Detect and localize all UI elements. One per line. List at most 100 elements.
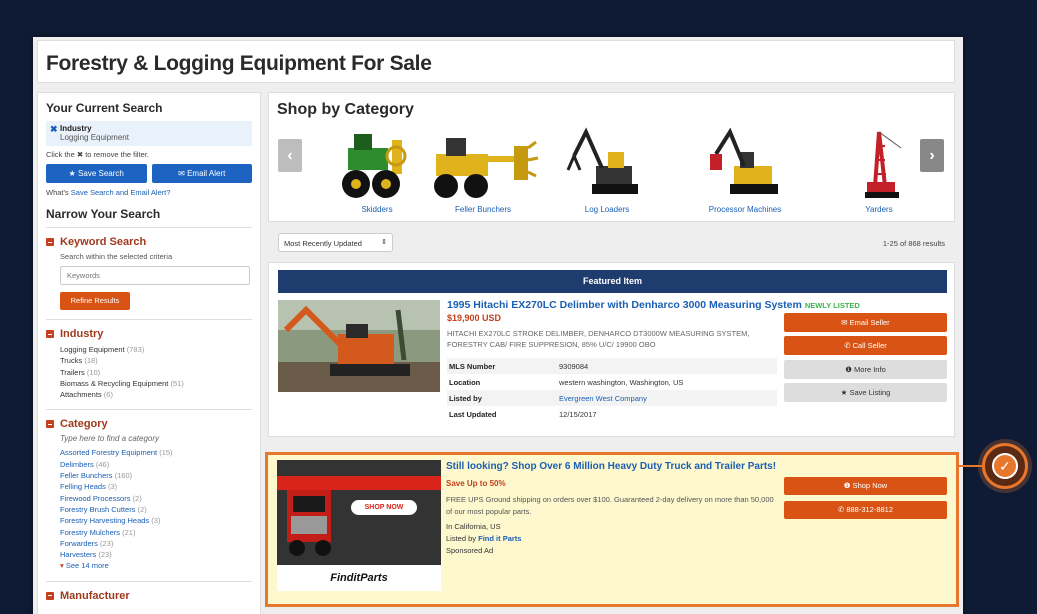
industry-item[interactable]: Trucks (18) — [60, 355, 252, 366]
refine-results-button[interactable]: Refine Results — [60, 292, 130, 310]
category-item[interactable]: Harvesters (23) — [60, 549, 252, 560]
sort-row: Most Recently Updated ⇕ 1-25 of 868 resu… — [268, 227, 955, 261]
divider — [46, 580, 252, 582]
spec-row: Last Updated 12/15/2017 — [449, 409, 597, 419]
filter-chip: ✖ Industry Logging Equipment — [46, 121, 252, 146]
category-section-toggle[interactable]: Category — [46, 418, 252, 430]
log-loader-icon — [566, 127, 638, 194]
featured-bar: Featured Item — [278, 270, 947, 293]
ad-phone-button[interactable]: ✆ 888-312-8812 — [784, 501, 947, 519]
whats-prefix: What's — [46, 188, 69, 197]
keyword-input[interactable] — [60, 266, 250, 285]
listing-description: HITACHI EX270LC STROKE DELIMBER, DENHARC… — [447, 329, 750, 349]
category-list: Assorted Forestry Equipment (15) Delimbe… — [46, 447, 252, 571]
shop-heading: Shop by Category — [277, 101, 414, 118]
ad-image[interactable]: SHOP NOW FinditParts — [277, 460, 441, 591]
industry-item[interactable]: Logging Equipment (783) — [60, 344, 252, 355]
industry-item[interactable]: Trailers (10) — [60, 367, 252, 378]
shop-by-category: Shop by Category ‹ Skidders Feller Bunch… — [268, 92, 955, 222]
category-tile-log-loaders[interactable]: Log Loaders — [547, 126, 667, 214]
remove-filter-icon[interactable]: ✖ — [50, 124, 58, 135]
annotation-check-badge: ✓ — [982, 443, 1028, 489]
carousel-prev-button[interactable]: ‹ — [278, 139, 302, 172]
ad-sponsored-label: Sponsored Ad — [446, 546, 494, 555]
sidebar: Your Current Search ✖ Industry Logging E… — [37, 92, 261, 614]
whats-text: What's Save Search and Email Alert? — [46, 188, 252, 197]
industry-item[interactable]: Attachments (6) — [60, 389, 252, 400]
industry-heading: Industry — [60, 328, 104, 340]
category-heading: Category — [60, 418, 108, 431]
category-item[interactable]: Forestry Brush Cutters (2) — [60, 504, 252, 515]
more-info-button[interactable]: ❶ More Info — [784, 360, 947, 379]
category-label: Log Loaders — [584, 205, 630, 214]
manufacturer-section-toggle[interactable]: Manufacturer — [46, 590, 252, 602]
ad-listed-by: Listed by Find it Parts — [446, 534, 522, 543]
listing-price: $19,900 USD — [447, 313, 502, 323]
divider — [46, 409, 252, 411]
manufacturer-heading: Manufacturer — [60, 589, 130, 602]
industry-list: Logging Equipment (783) Trucks (18) Trai… — [46, 344, 252, 400]
category-item[interactable]: Forestry Harvesting Heads (3) — [60, 515, 252, 526]
ad-shop-now-button[interactable]: ❶ Shop Now — [784, 477, 947, 495]
title-bar: Forestry & Logging Equipment For Sale — [37, 40, 955, 83]
save-search-button[interactable]: ★ Save Search — [46, 164, 147, 183]
seller-link[interactable]: Evergreen West Company — [557, 390, 777, 406]
carousel-next-button[interactable]: › — [920, 139, 944, 172]
filter-value: Logging Equipment — [60, 133, 129, 142]
category-label: Processor Machines — [708, 205, 782, 214]
category-label: Yarders — [865, 205, 893, 214]
ad-location: In California, US — [446, 522, 501, 531]
caret-down-icon: ▾ — [60, 561, 64, 571]
category-filter-input[interactable]: Type here to find a category — [46, 434, 252, 443]
listing-specs: MLS Number 9309084 Location western washin… — [447, 358, 777, 422]
category-item[interactable]: Firewood Processors (2) — [60, 493, 252, 504]
save-search-help-link[interactable]: Save Search and Email Alert? — [71, 188, 171, 197]
call-seller-button[interactable]: ✆ Call Seller — [784, 336, 947, 355]
category-label: Skidders — [361, 205, 393, 214]
ad-description: FREE UPS Ground shipping on orders over … — [446, 495, 774, 516]
category-item[interactable]: Forwarders (23) — [60, 538, 252, 549]
ad-title-link[interactable]: Still looking? Shop Over 6 Million Heavy… — [446, 461, 776, 472]
email-seller-button[interactable]: ✉ Email Seller — [784, 313, 947, 332]
divider — [46, 319, 252, 320]
industry-item[interactable]: Biomass & Recycling Equipment (51) — [60, 378, 252, 389]
category-item[interactable]: Delimbers (46) — [60, 459, 252, 470]
keyword-section-toggle[interactable]: Keyword Search — [46, 236, 252, 248]
narrow-heading: Narrow Your Search — [46, 207, 252, 228]
collapse-icon — [46, 330, 54, 338]
category-item[interactable]: Forestry Mulchers (21) — [60, 527, 252, 538]
category-tile-processor-machines[interactable]: Processor Machines — [685, 126, 805, 214]
category-item[interactable]: Assorted Forestry Equipment (15) — [60, 447, 252, 458]
sort-select[interactable]: Most Recently Updated ⇕ — [278, 233, 393, 252]
select-arrows-icon: ⇕ — [381, 239, 387, 246]
check-icon: ✓ — [992, 453, 1018, 479]
remove-hint: Click the ✖ to remove the filter. — [46, 150, 149, 159]
category-item[interactable]: Felling Heads (3) — [60, 481, 252, 492]
industry-section-toggle[interactable]: Industry — [46, 328, 252, 340]
processor-icon — [710, 127, 778, 194]
category-item[interactable]: Feller Bunchers (160) — [60, 470, 252, 481]
yarder-icon — [865, 131, 902, 198]
collapse-icon — [46, 591, 54, 600]
listing-photo[interactable] — [278, 300, 440, 392]
sort-value: Most Recently Updated — [284, 239, 362, 248]
finditparts-logo: FinditParts — [277, 565, 441, 591]
category-label: Feller Bunchers — [454, 205, 512, 214]
filter-key: Industry — [60, 124, 92, 133]
page-title: Forestry & Logging Equipment For Sale — [46, 52, 432, 75]
ad-seller-link[interactable]: Find it Parts — [478, 534, 521, 543]
email-alert-button[interactable]: ✉ Email Alert — [151, 164, 252, 183]
category-tile-feller-bunchers[interactable]: Feller Bunchers — [423, 126, 543, 214]
listing-title-link[interactable]: 1995 Hitachi EX270LC Delimber with Denha… — [447, 299, 860, 311]
spec-row: Location western washington, Washington, … — [449, 377, 684, 387]
see-more-link[interactable]: ▾ See 14 more — [60, 560, 252, 571]
featured-listing: Featured Item 1995 Hitachi EX270LC Delim… — [268, 262, 955, 437]
feller-buncher-icon — [434, 138, 539, 198]
spec-row: Listed by Evergreen West Company — [447, 390, 777, 406]
category-tile-skidders[interactable]: Skidders — [317, 126, 437, 214]
sponsored-ad: SHOP NOW FinditParts Still looking? Shop… — [268, 455, 956, 604]
current-search-heading: Your Current Search — [46, 101, 163, 115]
skidder-icon — [342, 134, 407, 198]
collapse-icon — [46, 420, 54, 429]
save-listing-button[interactable]: ★ Save Listing — [784, 383, 947, 402]
